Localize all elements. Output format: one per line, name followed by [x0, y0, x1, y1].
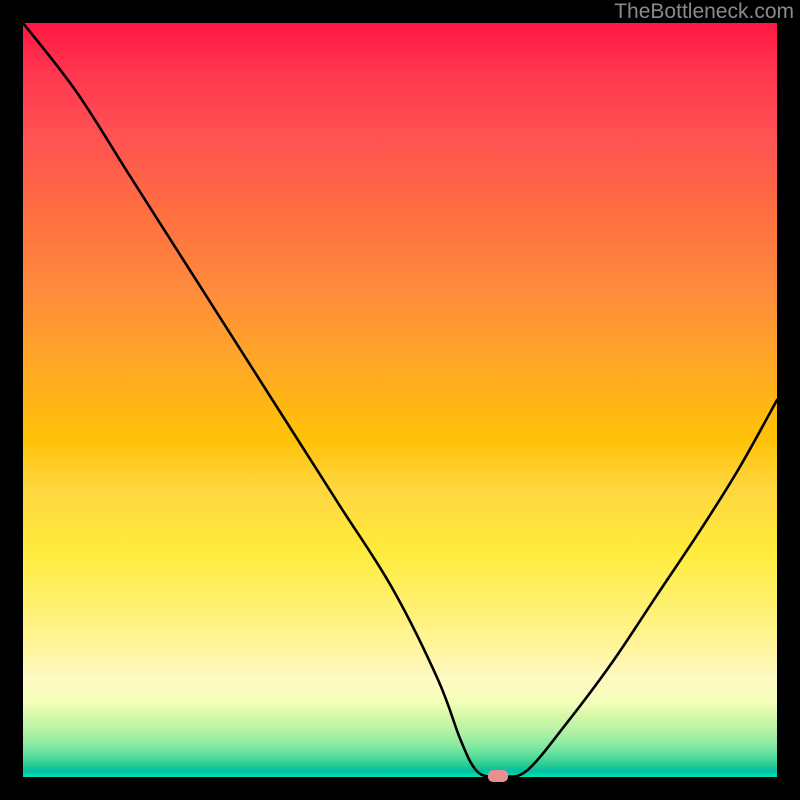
optimum-marker — [488, 770, 508, 782]
plot-area — [23, 23, 777, 777]
watermark-text: TheBottleneck.com — [614, 0, 794, 24]
chart-container: TheBottleneck.com — [0, 0, 800, 800]
